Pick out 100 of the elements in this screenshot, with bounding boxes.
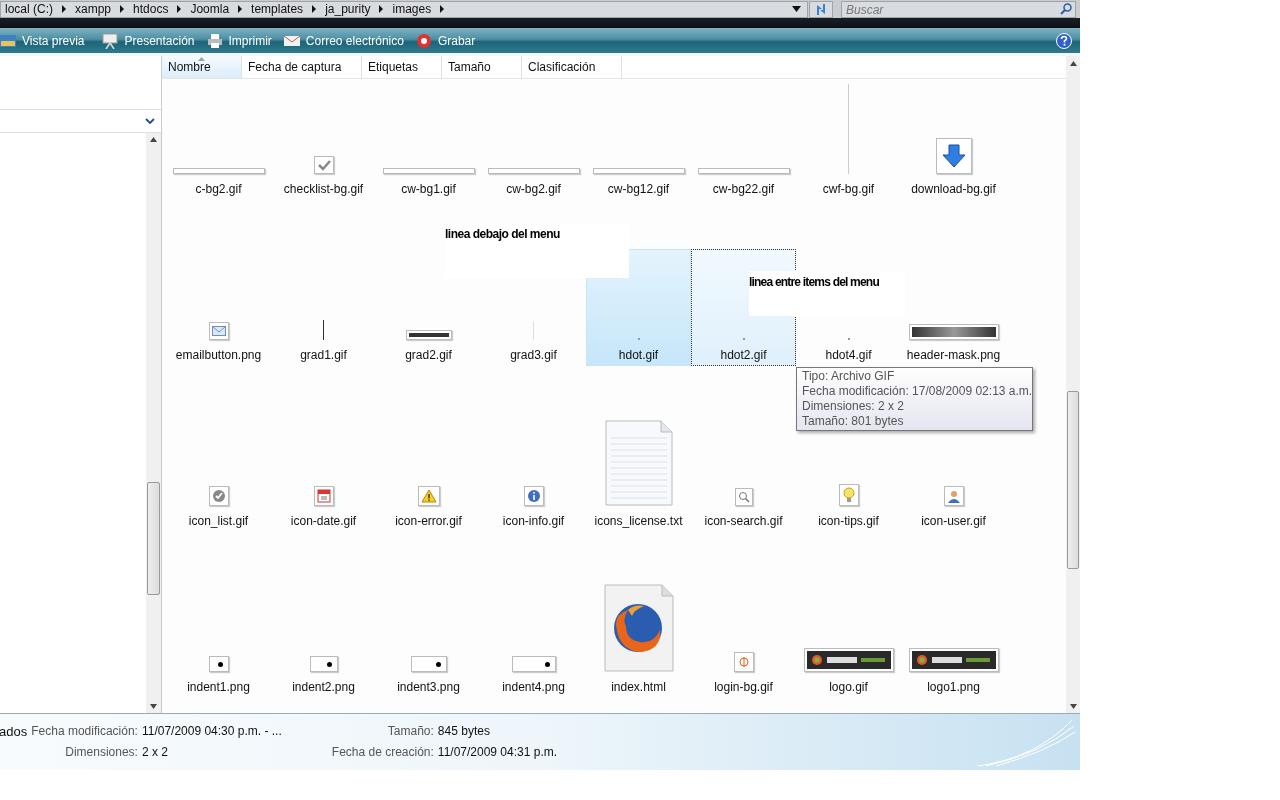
file-item[interactable]: indent3.png <box>376 655 481 698</box>
file-item[interactable]: indent4.png <box>481 655 586 698</box>
file-name: grad1.gif <box>300 347 347 364</box>
download-arrow-thumbnail <box>935 138 972 174</box>
envelope-icon <box>283 34 300 47</box>
breadcrumb-item[interactable]: images <box>392 0 432 18</box>
scroll-down-arrow-icon[interactable] <box>150 704 157 709</box>
breadcrumb-arrow-icon[interactable] <box>61 5 67 13</box>
file-item[interactable]: checklist-bg.gif <box>271 155 376 200</box>
light-bulb-thumbnail <box>838 484 859 506</box>
detail-value: 845 bytes <box>437 723 491 740</box>
file-item[interactable]: icon-date.gif <box>271 485 376 532</box>
dropdown-arrow-icon[interactable] <box>792 6 801 12</box>
column-header[interactable]: Tamaño <box>442 56 522 78</box>
file-name: hdot4.gif <box>825 347 872 364</box>
file-name: hdot2.gif <box>720 347 767 364</box>
column-header[interactable]: Clasificación <box>522 56 622 78</box>
tooltip-line: Dimensiones: 2 x 2 <box>802 399 906 414</box>
column-header[interactable]: Etiquetas <box>362 56 442 78</box>
file-item[interactable]: icon-info.gif <box>481 485 586 532</box>
help-icon[interactable] <box>1056 32 1072 49</box>
user-thumbnail <box>943 486 964 506</box>
scroll-thumb[interactable] <box>147 482 160 595</box>
breadcrumb-item[interactable]: xampp <box>75 0 112 18</box>
file-item[interactable]: login-bg.gif <box>691 651 796 698</box>
file-item[interactable]: grad3.gif <box>481 321 586 366</box>
toolbar-button[interactable]: Grabar <box>409 28 482 53</box>
file-item[interactable]: cw-bg12.gif <box>586 167 691 200</box>
sort-arrow-icon <box>198 57 205 61</box>
file-item[interactable]: indent1.png <box>166 655 271 698</box>
toolbar-button[interactable]: Presentación <box>96 28 201 53</box>
breadcrumb-arrow-icon[interactable] <box>176 5 183 13</box>
file-name: hdot.gif <box>618 347 659 364</box>
file-item[interactable]: icon-search.gif <box>691 487 796 532</box>
detail-value: 11/07/2009 04:31 p.m. <box>437 744 558 761</box>
dot-image-thumbnail <box>511 656 556 672</box>
file-name: indent3.png <box>397 679 460 696</box>
file-item[interactable]: indent2.png <box>271 655 376 698</box>
scrollbar[interactable] <box>146 133 161 713</box>
file-item[interactable]: icon_list.gif <box>166 485 271 532</box>
file-item[interactable]: cw-bg2.gif <box>481 167 586 200</box>
refresh-button[interactable] <box>809 0 833 18</box>
file-item[interactable]: logo1.png <box>901 647 1006 698</box>
breadcrumb-item[interactable]: ja_purity <box>325 0 371 18</box>
address-bar[interactable]: local (C:) xampp htdocs Joomla templates ja_purity images <box>0 0 808 18</box>
file-item[interactable]: download-bg.gif <box>901 137 1006 200</box>
scroll-down-arrow-icon[interactable] <box>1069 704 1077 709</box>
file-item[interactable]: hdot4.gif <box>796 337 901 366</box>
file-name: header-mask.png <box>906 347 1001 364</box>
column-header[interactable]: Fecha de captura <box>242 56 362 78</box>
file-item[interactable]: icon-user.gif <box>901 485 1006 532</box>
breadcrumb-item[interactable]: templates <box>251 0 304 18</box>
dot-image-thumbnail <box>309 656 338 672</box>
scrollbar[interactable] <box>1066 56 1080 713</box>
file-name: indent4.png <box>502 679 565 696</box>
breadcrumb-arrow-icon[interactable] <box>237 5 244 13</box>
refresh-icon <box>814 2 828 16</box>
file-item[interactable]: grad1.gif <box>271 319 376 366</box>
toolbar-button[interactable]: Imprimir <box>200 28 278 53</box>
toolbar-button[interactable]: Correo electrónico <box>277 28 410 53</box>
breadcrumb-arrow-icon[interactable] <box>119 5 126 13</box>
file-item[interactable]: cwf-bg.gif <box>796 83 901 200</box>
breadcrumb-arrow-icon[interactable] <box>439 5 446 13</box>
file-item[interactable]: icon-tips.gif <box>796 483 901 532</box>
breadcrumb-arrow-icon[interactable] <box>378 5 385 13</box>
file-name: checklist-bg.gif <box>283 181 364 198</box>
scroll-thumb[interactable] <box>1067 391 1079 569</box>
dot-image-thumbnail <box>208 656 229 672</box>
check-circle-thumbnail <box>208 486 229 506</box>
breadcrumb-arrow-icon[interactable] <box>311 5 318 13</box>
envelope-thumbnail <box>208 322 229 340</box>
file-name: index.html <box>611 679 666 696</box>
file-item[interactable]: cw-bg22.gif <box>691 167 796 200</box>
scroll-up-arrow-icon[interactable] <box>1069 61 1077 66</box>
file-item[interactable]: cw-bg1.gif <box>376 167 481 200</box>
file-name: emailbutton.png <box>175 347 262 364</box>
file-item[interactable]: c-bg2.gif <box>166 167 271 200</box>
file-item[interactable]: icon-error.gif <box>376 485 481 532</box>
file-item[interactable]: index.html <box>586 583 691 698</box>
scroll-up-arrow-icon[interactable] <box>150 137 157 142</box>
file-summary-text: ados <box>0 723 28 741</box>
file-name: icon-user.gif <box>921 513 986 530</box>
search-icon[interactable] <box>1060 2 1072 15</box>
file-item[interactable]: logo.gif <box>796 647 901 698</box>
column-header[interactable]: Nombre <box>162 56 242 78</box>
file-name: cw-bg1.gif <box>401 181 456 198</box>
file-item[interactable]: grad2.gif <box>376 329 481 366</box>
picture-icon <box>0 33 16 48</box>
file-item[interactable]: emailbutton.png <box>166 321 271 366</box>
printer-icon <box>206 32 223 49</box>
breadcrumb-item[interactable]: local (C:) <box>5 0 53 18</box>
file-name: logo.gif <box>829 679 868 696</box>
breadcrumb-item[interactable]: htdocs <box>133 0 169 18</box>
search-field[interactable]: Buscar <box>841 1 1076 18</box>
file-item[interactable]: header-mask.png <box>901 323 1006 366</box>
breadcrumb-item[interactable]: Joomla <box>190 0 230 18</box>
file-item[interactable]: icons_license.txt <box>586 419 691 532</box>
toolbar-button[interactable]: Vista previa <box>0 28 97 53</box>
thick-bar-thumbnail <box>405 330 452 340</box>
detail-value: 11/07/2009 04:30 p.m. - ... <box>141 723 282 740</box>
